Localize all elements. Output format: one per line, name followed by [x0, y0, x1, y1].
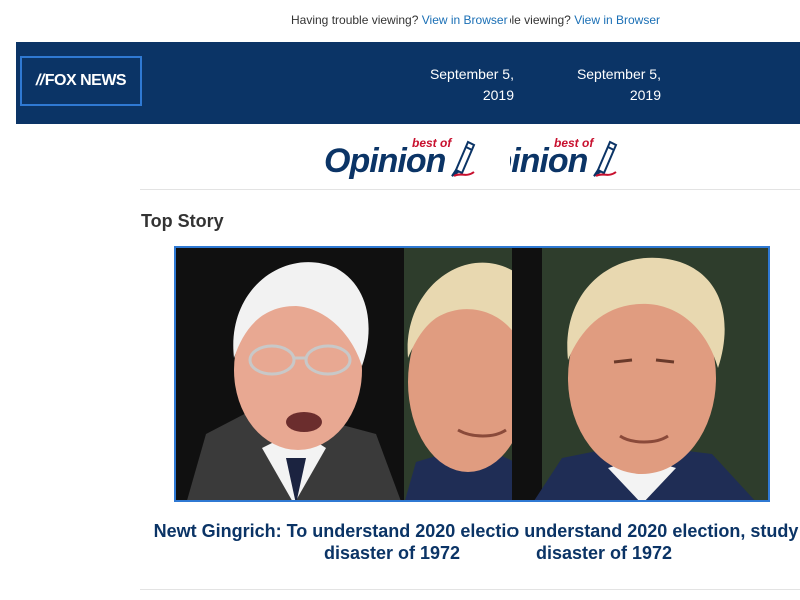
email-page: Having trouble viewing? View in Browser … — [0, 0, 800, 600]
view-in-browser-link[interactable]: View in Browser — [422, 13, 508, 27]
banner-tag: best of — [412, 136, 452, 150]
story-headline-block: Newt Gingrich: To understand 2020 electi… — [140, 520, 512, 566]
view-in-browser-link[interactable]: View in Browser — [574, 13, 660, 27]
issue-date-duplicate: September 5, 2019 — [576, 66, 661, 103]
preheader-text: Having trouble viewing? — [291, 13, 419, 27]
story-photo-art — [176, 248, 513, 500]
logo-text: FOX NEWS — [44, 72, 127, 89]
story-headline-link[interactable]: Newt Gingrich: To understand 2020 electi… — [146, 520, 512, 564]
divider — [140, 189, 800, 190]
opinion-banner-duplicate: Opinion best of — [510, 132, 620, 184]
story-headline-link[interactable]: Newt Gingrich: To understand 2020 electi… — [512, 520, 800, 564]
opinion-banner: Opinion best of — [322, 132, 478, 184]
story-photo[interactable] — [174, 246, 513, 502]
story-photo-art — [512, 248, 768, 500]
banner-tag: best of — [554, 136, 594, 150]
pen-icon — [451, 140, 476, 177]
header-bar: // FOX NEWS September 5, 2019 September … — [16, 42, 800, 124]
section-title: Top Story — [141, 211, 224, 231]
fox-news-logo[interactable]: // FOX NEWS — [20, 56, 142, 106]
issue-date: September 5, 2019 — [429, 66, 514, 103]
preheader-duplicate: Having trouble viewing? View in Browser — [510, 13, 660, 29]
preheader-text: Having trouble viewing? — [510, 13, 571, 27]
story-photo-duplicate[interactable] — [512, 246, 770, 502]
divider — [140, 589, 800, 590]
logo-mark-icon: // — [35, 72, 44, 89]
pen-icon — [593, 140, 618, 177]
preheader: Having trouble viewing? View in Browser — [291, 13, 512, 29]
story-headline-block-duplicate: Newt Gingrich: To understand 2020 electi… — [512, 520, 800, 566]
